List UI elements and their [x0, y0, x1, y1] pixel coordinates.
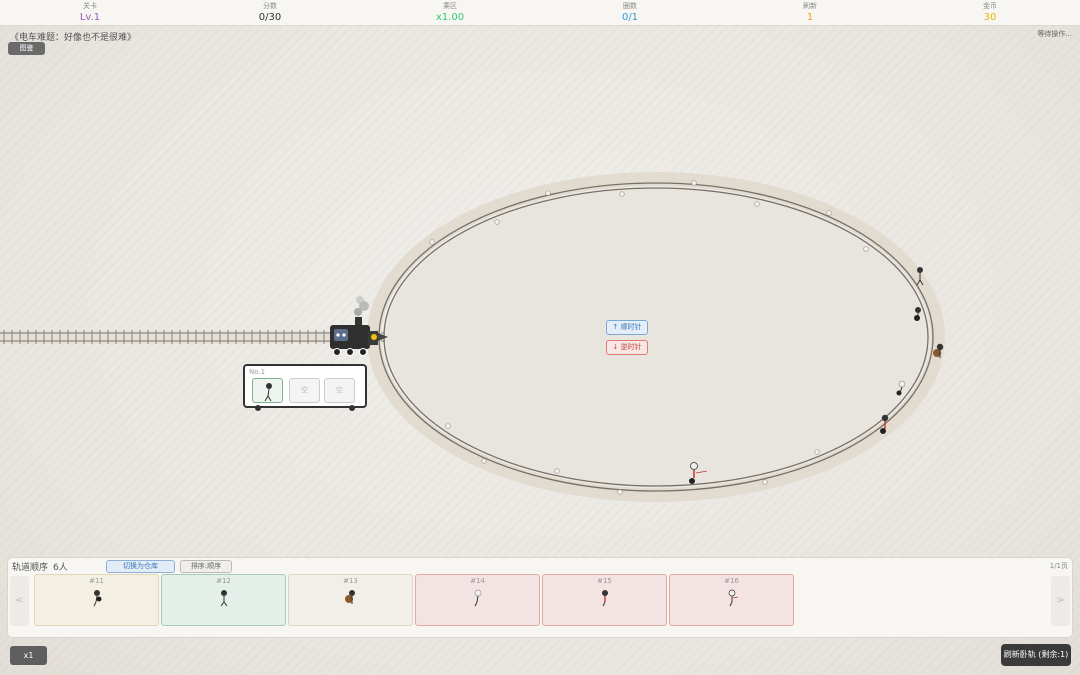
carriage-number: No.1: [249, 368, 266, 376]
prev-page-button[interactable]: <: [10, 576, 29, 626]
carriage-wheel: [349, 405, 355, 411]
person-figure: [474, 589, 482, 607]
carriage-seat[interactable]: 空: [324, 378, 355, 403]
person-figure: [345, 590, 355, 604]
people-count: 6人: [53, 563, 68, 573]
page-indicator: 1/1页: [1049, 562, 1068, 570]
carriage-seat[interactable]: 空: [289, 378, 320, 403]
person-card[interactable]: #14: [415, 574, 540, 626]
refresh-track-button[interactable]: 刷新卧轨 (剩余:1): [1001, 644, 1071, 666]
counterclockwise-button[interactable]: ↓ 逆时针: [606, 340, 648, 355]
straight-track: [0, 330, 385, 344]
person-card[interactable]: #15: [542, 574, 667, 626]
speed-button[interactable]: x1: [10, 646, 47, 665]
track-order-panel: 轨道顺序 6人 切换为仓库 排序:顺序 1/1页 < > #11 #12 #13 …: [7, 557, 1073, 638]
person-figure: [602, 590, 608, 607]
carriage-seat[interactable]: [252, 378, 283, 403]
clockwise-button[interactable]: ↑ 顺时针: [606, 320, 648, 335]
person-card[interactable]: #16: [669, 574, 794, 626]
carriage-wheel: [255, 405, 261, 411]
panel-title: 轨道顺序 6人: [12, 563, 68, 573]
person-card[interactable]: #11: [34, 574, 159, 626]
person-card[interactable]: #13: [288, 574, 413, 626]
passenger-figure: [264, 383, 272, 402]
track-scene: [0, 172, 945, 502]
person-figure: [728, 589, 739, 607]
sort-button[interactable]: 排序:顺序: [180, 560, 232, 573]
person-card[interactable]: #12: [161, 574, 286, 626]
next-page-button[interactable]: >: [1051, 576, 1070, 626]
person-figure: [93, 590, 102, 607]
person-figure: [220, 590, 228, 607]
switch-to-storage-button[interactable]: 切换为仓库: [106, 560, 175, 573]
loop-track[interactable]: [367, 172, 945, 502]
carriage[interactable]: No.1 空 空: [243, 364, 367, 411]
